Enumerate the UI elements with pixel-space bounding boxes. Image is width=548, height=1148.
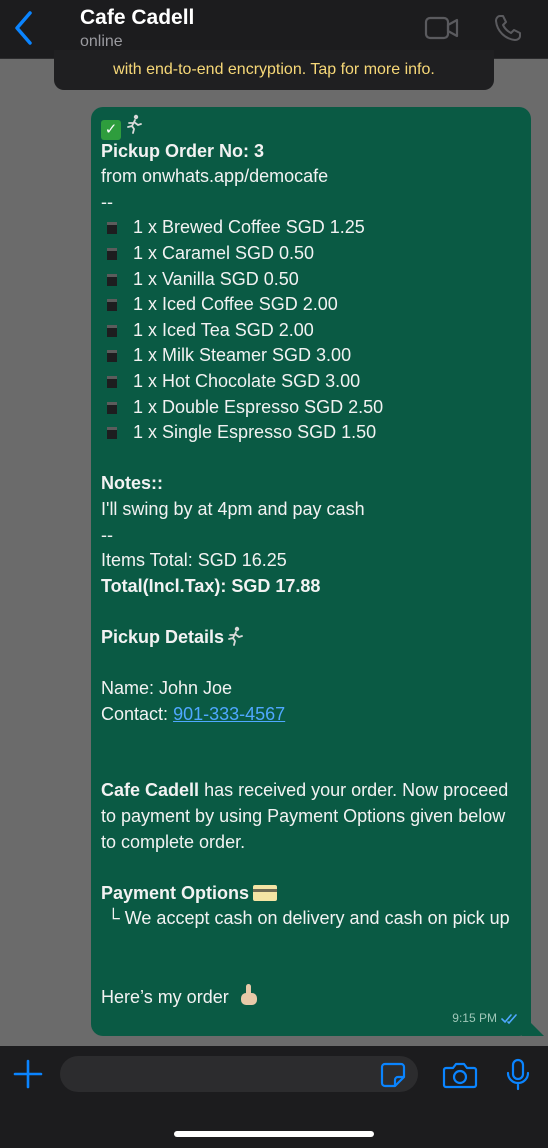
- order-item: 1 x Iced Coffee SGD 2.00: [101, 292, 521, 318]
- sticker-icon: [380, 1062, 406, 1088]
- order-item: 1 x Hot Chocolate SGD 3.00: [101, 369, 521, 395]
- order-item-text: 1 x Hot Chocolate SGD 3.00: [133, 370, 361, 391]
- payment-options-label: Payment Options: [101, 882, 250, 903]
- message-input[interactable]: [60, 1056, 418, 1092]
- order-emoji-line: ✓: [101, 113, 521, 140]
- customer-name: Name: John Joe: [101, 678, 233, 699]
- pickup-details-line: Pickup Details: [101, 625, 521, 651]
- order-item: 1 x Double Espresso SGD 2.50: [101, 395, 521, 421]
- bullet-icon: [107, 273, 117, 286]
- voice-note-button[interactable]: [504, 1058, 532, 1092]
- separator: --: [101, 191, 113, 212]
- order-item: 1 x Milk Steamer SGD 3.00: [101, 343, 521, 369]
- bullet-icon: [107, 247, 117, 260]
- order-source: from onwhats.app/democafe: [101, 166, 329, 187]
- home-indicator[interactable]: [174, 1131, 374, 1137]
- chevron-left-icon: [15, 11, 32, 45]
- pickup-details-label: Pickup Details: [101, 626, 225, 647]
- closing-text: Here’s my order: [101, 987, 229, 1008]
- contact-phone-link[interactable]: 901-333-4567: [173, 704, 285, 724]
- order-total: Total(Incl.Tax): SGD 17.88: [101, 575, 321, 596]
- microphone-icon: [506, 1058, 530, 1091]
- order-item: 1 x Iced Tea SGD 2.00: [101, 318, 521, 344]
- separator: --: [101, 524, 113, 545]
- camera-button[interactable]: [442, 1061, 478, 1089]
- order-item: 1 x Caramel SGD 0.50: [101, 241, 521, 267]
- phone-icon: [495, 15, 521, 41]
- bullet-icon: [107, 375, 117, 388]
- order-item: 1 x Vanilla SGD 0.50: [101, 267, 521, 293]
- credit-card-icon: [253, 884, 278, 901]
- payment-text: └ We accept cash on delivery and cash on…: [107, 908, 510, 929]
- bullet-icon: [107, 324, 117, 337]
- order-item: 1 x Single Espresso SGD 1.50: [101, 420, 521, 446]
- pointing-hand-icon: [240, 984, 257, 1006]
- message-time: 9:15 PM: [452, 1011, 497, 1026]
- contact-line: Contact: 901-333-4567: [101, 702, 521, 728]
- check-mark-icon: ✓: [101, 120, 121, 140]
- cafe-name: Cafe Cadell: [101, 780, 200, 801]
- runner-icon: [127, 114, 142, 134]
- contact-status: online: [80, 33, 123, 50]
- order-item: 1 x Brewed Coffee SGD 1.25: [101, 215, 521, 241]
- closing-line: Here’s my order: [101, 983, 521, 1009]
- message-meta: 9:15 PM: [452, 1006, 519, 1032]
- order-item-text: 1 x Iced Coffee SGD 2.00: [133, 294, 338, 315]
- contact-name[interactable]: Cafe Cadell: [80, 6, 194, 30]
- video-call-button[interactable]: [424, 12, 460, 44]
- encryption-notice[interactable]: with end-to-end encryption. Tap for more…: [54, 50, 494, 90]
- contact-label: Contact:: [101, 703, 169, 724]
- payment-options-line: Payment Options: [101, 881, 521, 907]
- items-total: Items Total: SGD 16.25: [101, 550, 287, 571]
- plus-icon: [13, 1059, 43, 1089]
- order-item-text: 1 x Brewed Coffee SGD 1.25: [133, 217, 365, 238]
- notes-text: I'll swing by at 4pm and pay cash: [101, 498, 365, 519]
- order-item-text: 1 x Double Espresso SGD 2.50: [133, 396, 384, 417]
- order-title: Pickup Order No: 3: [101, 140, 265, 161]
- voice-call-button[interactable]: [490, 12, 526, 44]
- order-item-text: 1 x Single Espresso SGD 1.50: [133, 422, 377, 443]
- attach-button[interactable]: [12, 1058, 44, 1090]
- encryption-notice-text: with end-to-end encryption. Tap for more…: [113, 61, 435, 78]
- bullet-icon: [107, 427, 117, 440]
- notes-label: Notes::: [101, 473, 163, 494]
- back-button[interactable]: [6, 8, 42, 48]
- sticker-button[interactable]: [380, 1062, 406, 1088]
- bullet-icon: [107, 222, 117, 235]
- order-item-text: 1 x Iced Tea SGD 2.00: [133, 319, 314, 340]
- order-item-text: 1 x Caramel SGD 0.50: [133, 242, 315, 263]
- video-call-icon: [424, 16, 459, 40]
- bubble-tail: [522, 1014, 544, 1036]
- read-ticks-icon: [501, 1014, 517, 1025]
- outgoing-message[interactable]: ✓ Pickup Order No: 3 from onwhats.app/de…: [91, 107, 531, 1036]
- order-received-text: Cafe Cadell has received your order. Now…: [101, 778, 521, 855]
- order-item-text: 1 x Milk Steamer SGD 3.00: [133, 345, 352, 366]
- camera-icon: [442, 1062, 478, 1089]
- order-item-text: 1 x Vanilla SGD 0.50: [133, 268, 299, 289]
- bullet-icon: [107, 350, 117, 363]
- bullet-icon: [107, 401, 117, 414]
- runner-icon: [228, 626, 243, 646]
- bullet-icon: [107, 299, 117, 312]
